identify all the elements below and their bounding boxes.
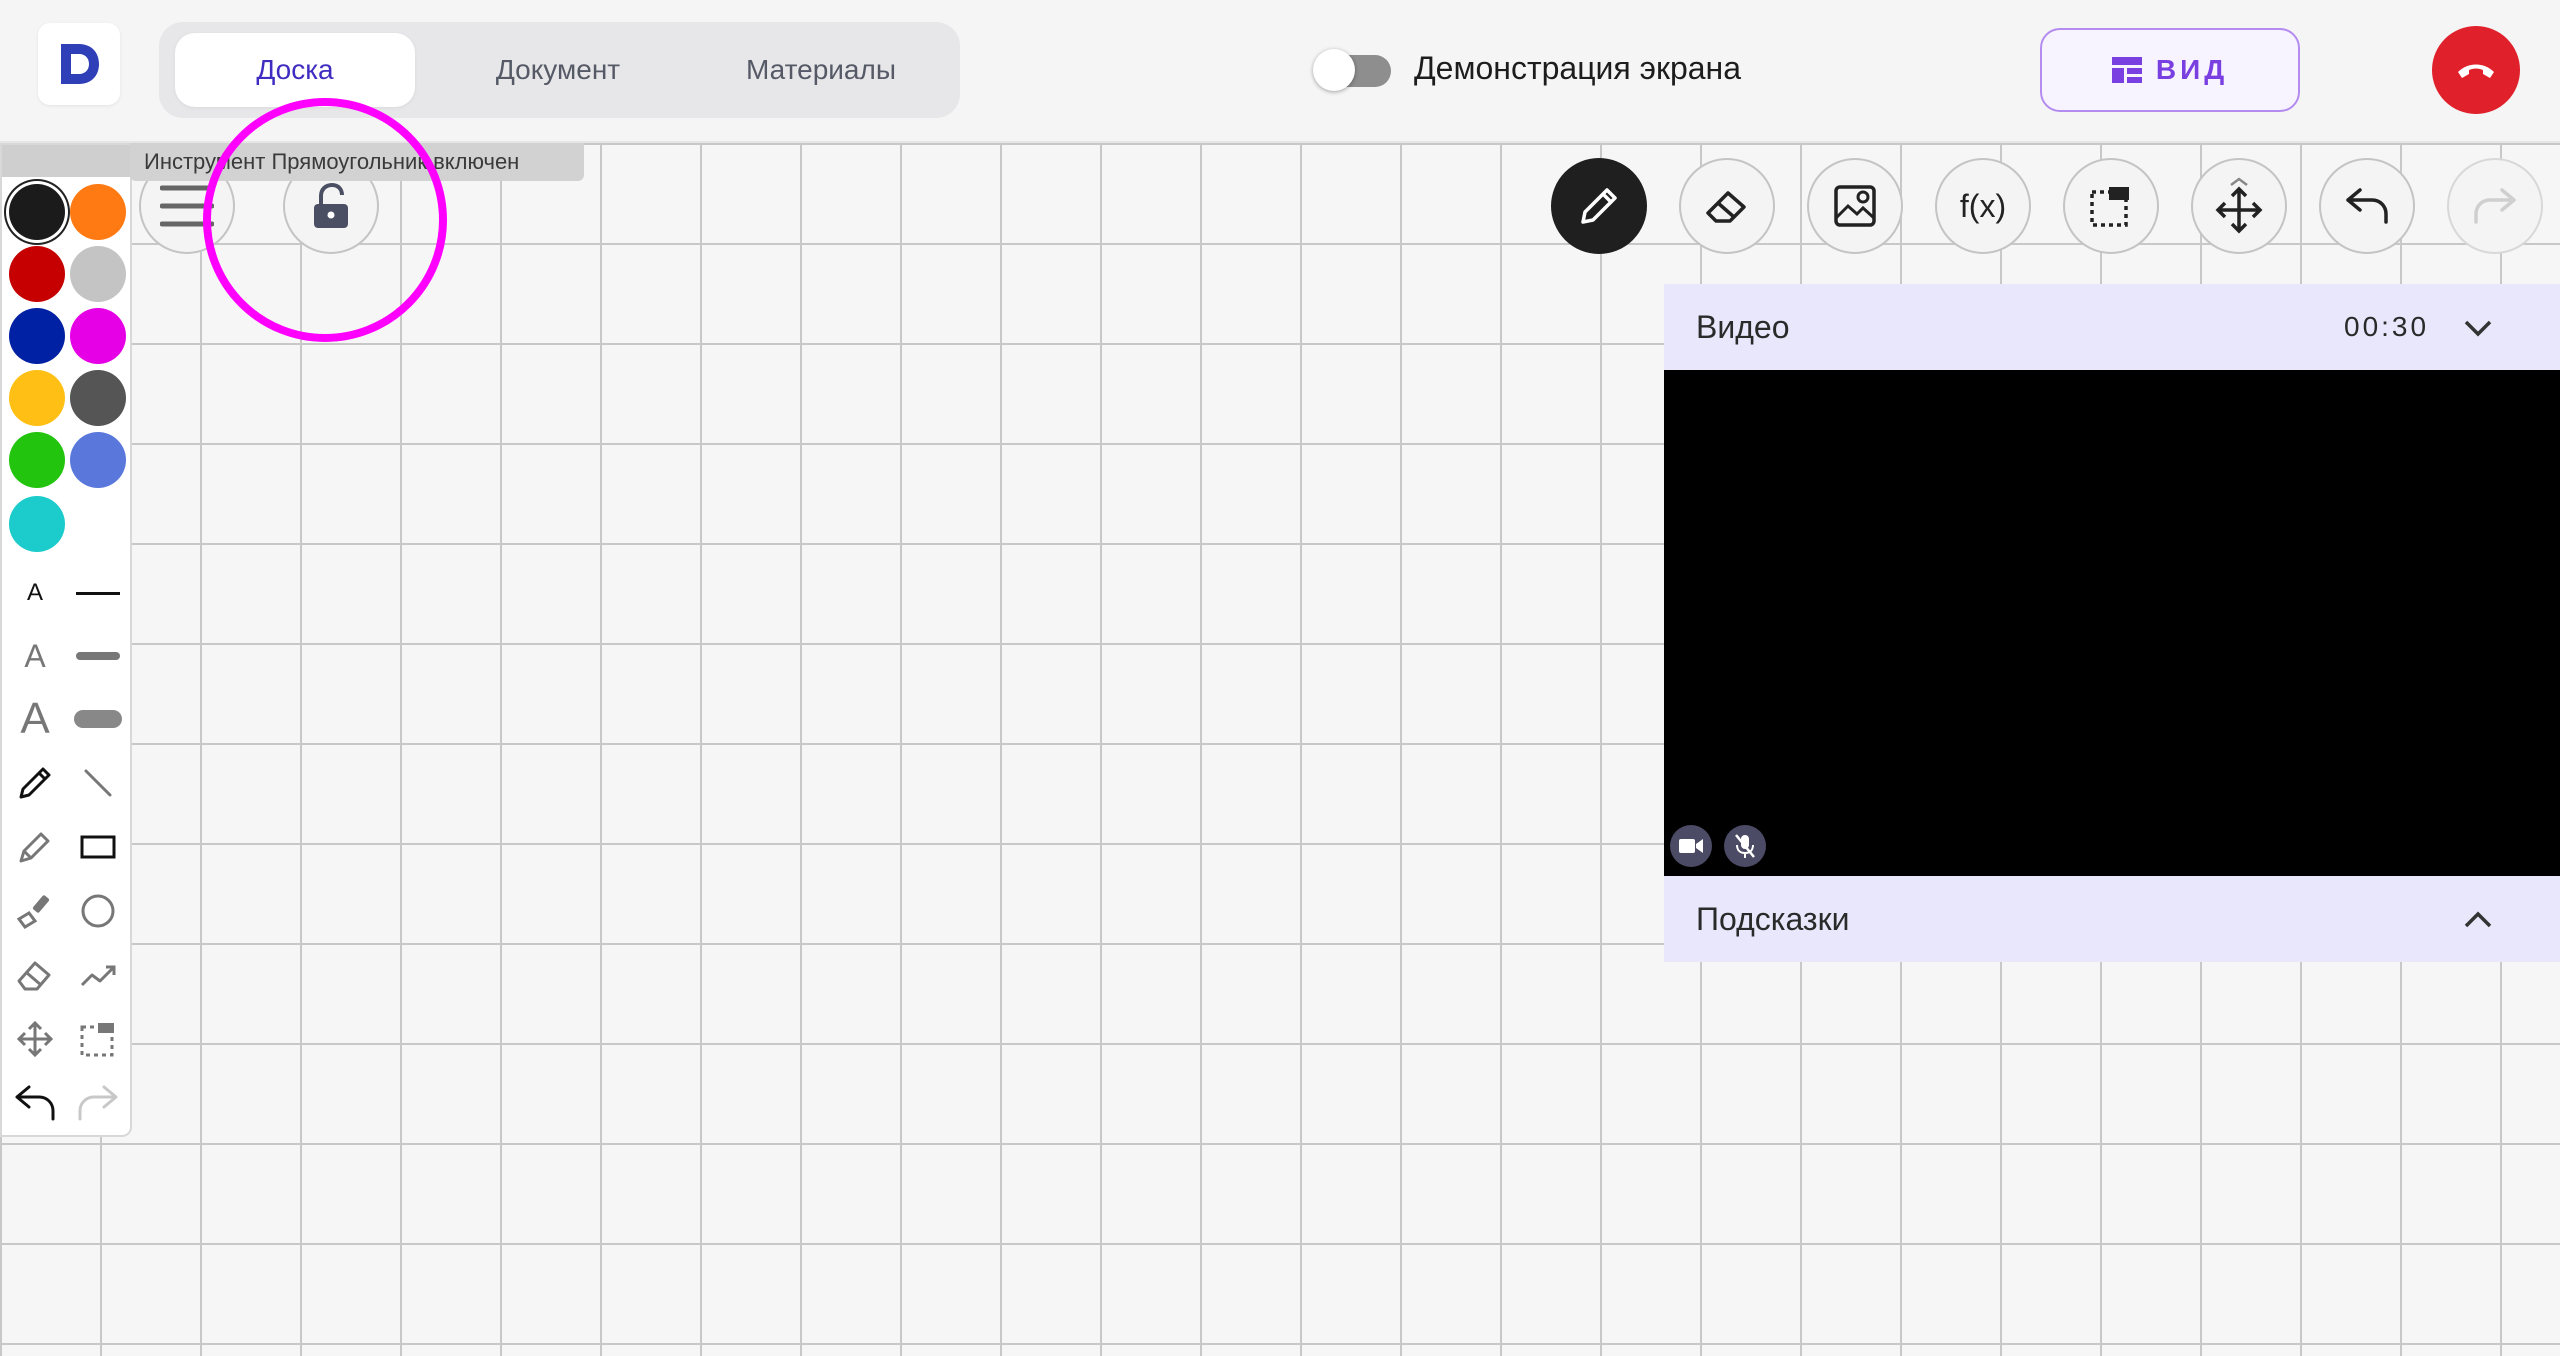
hints-panel-title: Подсказки <box>1696 900 1850 937</box>
tab-board[interactable]: Доска <box>175 33 415 107</box>
logo-icon <box>61 44 99 84</box>
toolbar-select-button[interactable] <box>2063 158 2159 254</box>
tool-eraser[interactable] <box>7 947 63 1003</box>
line-thin-icon <box>76 591 120 595</box>
mode-tabs: Доска Документ Материалы <box>159 22 960 118</box>
eraser-icon <box>17 961 51 991</box>
function-label: f(x) <box>1959 187 2007 224</box>
color-swatch-light-gray[interactable] <box>70 246 126 302</box>
select-icon <box>2090 187 2129 227</box>
tool-line[interactable] <box>70 755 126 811</box>
toolbar-function-button[interactable]: f(x) <box>1935 158 2031 254</box>
camera-icon <box>1679 839 1703 853</box>
video-timer: 00:30 <box>2344 311 2430 342</box>
video-panel-title: Видео <box>1696 308 1790 345</box>
select-icon <box>80 1023 114 1057</box>
tool-select[interactable] <box>70 1011 126 1067</box>
line-width-medium[interactable] <box>70 628 126 684</box>
pencil-icon <box>19 767 51 799</box>
tab-materials[interactable]: Материалы <box>699 33 943 107</box>
tool-move[interactable] <box>7 1011 63 1067</box>
toolbar-image-button[interactable] <box>1807 158 1903 254</box>
image-icon <box>1834 185 1876 227</box>
marker-icon <box>19 832 50 863</box>
color-swatch-red[interactable] <box>9 246 65 302</box>
color-swatch-dark-gray[interactable] <box>70 370 126 426</box>
redo-icon <box>2474 188 2516 224</box>
font-size-small[interactable]: A <box>7 565 63 621</box>
move-icon <box>16 1020 54 1058</box>
line-width-thick[interactable] <box>70 691 126 747</box>
color-swatch-blue[interactable] <box>70 432 126 488</box>
color-swatch-black[interactable] <box>9 184 65 240</box>
tab-document[interactable]: Документ <box>437 33 679 107</box>
video-panel: Видео 00:30 Подсказки <box>1664 284 2560 962</box>
layout-icon <box>2111 57 2142 83</box>
tool-undo[interactable] <box>7 1075 63 1131</box>
line-thick-icon <box>74 710 122 728</box>
tool-brush[interactable] <box>7 883 63 939</box>
view-button[interactable]: ВИД <box>2040 28 2300 112</box>
rectangle-icon <box>80 835 116 859</box>
chevron-down-icon[interactable] <box>2460 310 2496 346</box>
tool-circle[interactable] <box>70 883 126 939</box>
color-swatch-yellow[interactable] <box>9 370 65 426</box>
toolbar-pencil-button[interactable] <box>1551 158 1647 254</box>
line-icon <box>84 769 112 797</box>
color-swatch-green[interactable] <box>9 432 65 488</box>
line-medium-icon <box>76 652 120 660</box>
tool-arrow-line[interactable] <box>70 947 126 1003</box>
redo-icon <box>78 1085 118 1121</box>
trend-line-icon <box>80 965 116 987</box>
color-swatch-cyan[interactable] <box>9 496 65 552</box>
hints-panel-header[interactable]: Подсказки <box>1664 876 2560 962</box>
tool-pencil[interactable] <box>7 755 63 811</box>
color-swatch-orange[interactable] <box>70 184 126 240</box>
hangup-icon <box>2458 64 2494 78</box>
screen-demo-label: Демонстрация экрана <box>1414 50 1741 86</box>
video-panel-header[interactable]: Видео 00:30 <box>1664 284 2560 370</box>
microphone-toggle-button[interactable] <box>1724 825 1766 867</box>
tool-rectangle[interactable] <box>70 819 126 875</box>
circle-icon <box>81 894 115 928</box>
left-tool-panel: A A A <box>0 143 132 1137</box>
pencil-icon <box>1581 188 1617 224</box>
view-button-label: ВИД <box>2155 54 2229 85</box>
video-stream <box>1664 370 2560 876</box>
toggle-knob <box>1313 49 1355 91</box>
toolbar-eraser-button[interactable] <box>1679 158 1775 254</box>
line-width-thin[interactable] <box>70 565 126 621</box>
tool-redo[interactable] <box>70 1075 126 1131</box>
toolbar-move-button[interactable] <box>2191 158 2287 254</box>
app-logo[interactable] <box>38 23 120 105</box>
screen-demo-toggle[interactable] <box>1313 49 1391 91</box>
color-swatch-navy[interactable] <box>9 308 65 364</box>
eraser-icon <box>1706 191 1746 223</box>
end-call-button[interactable] <box>2432 26 2520 114</box>
microphone-muted-icon <box>1735 834 1755 858</box>
camera-toggle-button[interactable] <box>1670 825 1712 867</box>
font-size-large[interactable]: A <box>7 691 63 747</box>
toolbar-undo-button[interactable] <box>2319 158 2415 254</box>
font-size-medium[interactable]: A <box>7 628 63 684</box>
brush-icon <box>16 895 50 929</box>
toolbar-redo-button[interactable] <box>2447 158 2543 254</box>
move-icon <box>2215 177 2263 234</box>
color-swatch-magenta[interactable] <box>70 308 126 364</box>
tool-marker[interactable] <box>7 819 63 875</box>
undo-icon <box>2346 188 2388 224</box>
chevron-up-icon[interactable] <box>2460 902 2496 938</box>
undo-icon <box>15 1085 55 1121</box>
highlight-ring <box>203 98 447 342</box>
